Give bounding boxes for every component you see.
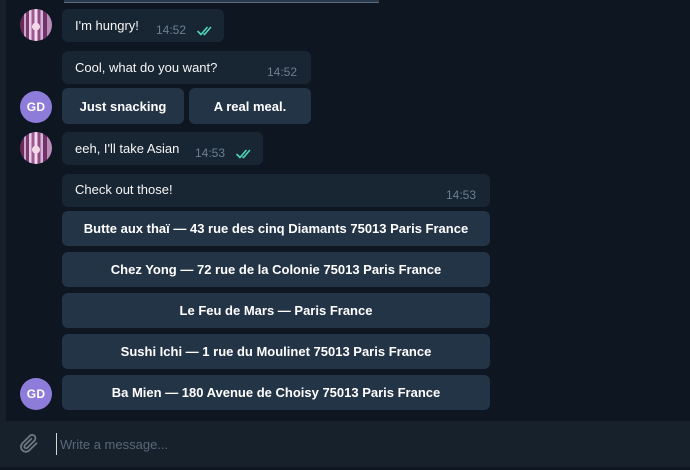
user-avatar[interactable] (20, 132, 52, 164)
bot-avatar[interactable]: GD (20, 91, 52, 123)
keyboard-button-restaurant[interactable]: Chez Yong — 72 rue de la Colonie 75013 P… (62, 252, 490, 287)
message-text: eeh, I'll take Asian (75, 141, 180, 156)
message-list[interactable]: I'm hungry! 14:52 Cool, what do you want… (6, 0, 690, 421)
message-input[interactable] (56, 433, 680, 455)
message-time: 14:53 (195, 146, 226, 160)
message-bubble[interactable]: eeh, I'll take Asian 14:53 (62, 132, 263, 165)
user-avatar[interactable] (20, 9, 52, 41)
previous-message-edge (64, 0, 379, 3)
message-text: I'm hungry! (75, 18, 139, 33)
keyboard-button-restaurant[interactable]: Le Feu de Mars — Paris France (62, 293, 490, 328)
message-bubble[interactable]: I'm hungry! 14:52 (62, 9, 224, 42)
message-bubble[interactable]: Cool, what do you want? 14:52 (62, 51, 311, 84)
double-check-icon (197, 26, 212, 36)
keyboard-button-real-meal[interactable]: A real meal. (189, 88, 311, 124)
avatar-initials: GD (26, 100, 46, 114)
message-composer (6, 421, 690, 467)
paperclip-icon[interactable] (18, 432, 42, 456)
message-time: 14:52 (156, 23, 187, 37)
keyboard-button-restaurant[interactable]: Ba Mien — 180 Avenue de Choisy 75013 Par… (62, 375, 490, 410)
message-bubble[interactable]: Check out those! 14:53 (62, 174, 490, 207)
message-time: 14:52 (267, 65, 298, 79)
message-text: Cool, what do you want? (75, 60, 218, 75)
bot-avatar[interactable]: GD (20, 378, 52, 410)
keyboard-button-restaurant[interactable]: Butte aux thaï — 43 rue des cinq Diamant… (62, 211, 490, 246)
double-check-icon (236, 149, 251, 159)
avatar-initials: GD (26, 387, 46, 401)
message-text: Check out those! (75, 182, 173, 197)
keyboard-button-just-snacking[interactable]: Just snacking (62, 88, 184, 124)
keyboard-button-restaurant[interactable]: Sushi Ichi — 1 rue du Moulinet 75013 Par… (62, 334, 490, 369)
message-time: 14:53 (446, 188, 477, 202)
chat-window: I'm hungry! 14:52 Cool, what do you want… (0, 0, 690, 470)
